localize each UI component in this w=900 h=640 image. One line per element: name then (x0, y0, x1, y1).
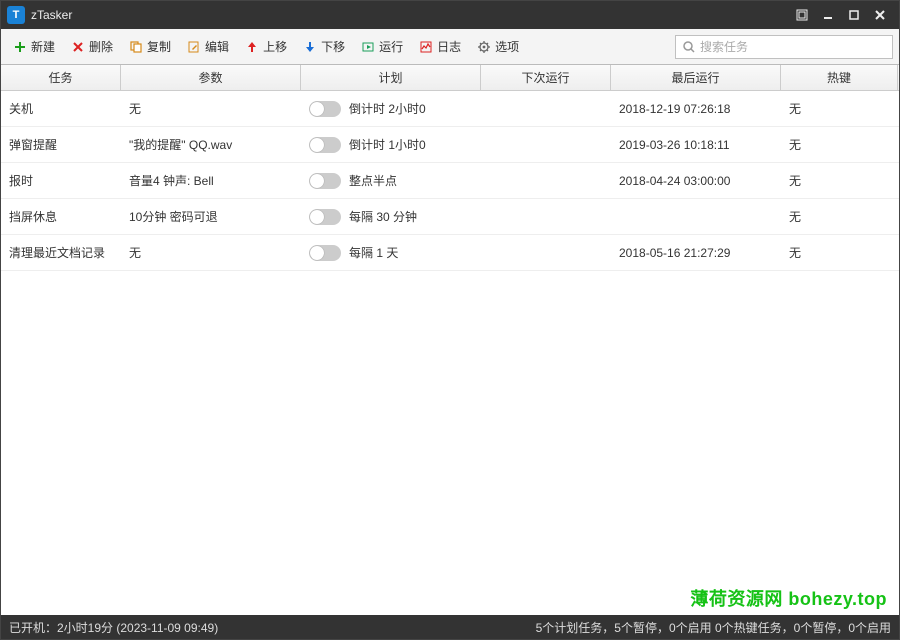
run-button[interactable]: 运行 (355, 35, 409, 58)
table-row[interactable]: 挡屏休息 10分钟 密码可退 每隔 30 分钟 无 (1, 199, 899, 235)
table-row[interactable]: 清理最近文档记录 无 每隔 1 天 2018-05-16 21:27:29 无 (1, 235, 899, 271)
cell-plan: 倒计时 2小时0 (349, 100, 426, 117)
app-title: zTasker (31, 8, 72, 22)
cell-last: 2018-12-19 07:26:18 (611, 102, 781, 116)
cell-task: 关机 (1, 100, 121, 117)
cell-param: 无 (121, 100, 301, 117)
close-icon[interactable] (867, 5, 893, 25)
col-next[interactable]: 下次运行 (481, 65, 611, 90)
cell-last: 2018-05-16 21:27:29 (611, 246, 781, 260)
plus-icon (13, 40, 27, 54)
cell-hotkey: 无 (781, 244, 898, 261)
cell-task: 清理最近文档记录 (1, 244, 121, 261)
move-down-label: 下移 (321, 38, 345, 55)
search-input[interactable] (700, 40, 886, 54)
maximize-icon[interactable] (841, 5, 867, 25)
play-icon (361, 40, 375, 54)
new-label: 新建 (31, 38, 55, 55)
cell-task: 报时 (1, 172, 121, 189)
run-label: 运行 (379, 38, 403, 55)
minimize-icon[interactable] (815, 5, 841, 25)
cell-last: 2018-04-24 03:00:00 (611, 174, 781, 188)
copy-label: 复制 (147, 38, 171, 55)
table-row[interactable]: 关机 无 倒计时 2小时0 2018-12-19 07:26:18 无 (1, 91, 899, 127)
log-button[interactable]: 日志 (413, 35, 467, 58)
toolbar: 新建 删除 复制 编辑 上移 下移 运行 日志 选项 (1, 29, 899, 65)
cell-plan: 倒计时 1小时0 (349, 136, 426, 153)
log-icon (419, 40, 433, 54)
col-task[interactable]: 任务 (1, 65, 121, 90)
edit-button[interactable]: 编辑 (181, 35, 235, 58)
toggle-switch[interactable] (309, 245, 341, 261)
move-up-button[interactable]: 上移 (239, 35, 293, 58)
task-list: 关机 无 倒计时 2小时0 2018-12-19 07:26:18 无 弹窗提醒… (1, 91, 899, 615)
cell-hotkey: 无 (781, 172, 898, 189)
toggle-switch[interactable] (309, 101, 341, 117)
cell-task: 挡屏休息 (1, 208, 121, 225)
cell-param: 音量4 钟声: Bell (121, 172, 301, 189)
x-icon (71, 40, 85, 54)
delete-button[interactable]: 删除 (65, 35, 119, 58)
toggle-switch[interactable] (309, 209, 341, 225)
copy-button[interactable]: 复制 (123, 35, 177, 58)
watermark-text: 薄荷资源网 bohezy.top (690, 585, 887, 611)
col-param[interactable]: 参数 (121, 65, 301, 90)
column-headers: 任务 参数 计划 下次运行 最后运行 热键 (1, 65, 899, 91)
status-summary: 5个计划任务，5个暂停，0个启用 0个热键任务，0个暂停，0个启用 (536, 619, 891, 636)
options-label: 选项 (495, 38, 519, 55)
move-up-label: 上移 (263, 38, 287, 55)
status-uptime: 已开机：2小时19分 (2023-11-09 09:49) (9, 619, 218, 636)
col-plan[interactable]: 计划 (301, 65, 481, 90)
cell-hotkey: 无 (781, 136, 898, 153)
cell-task: 弹窗提醒 (1, 136, 121, 153)
log-label: 日志 (437, 38, 461, 55)
new-button[interactable]: 新建 (7, 35, 61, 58)
toggle-switch[interactable] (309, 137, 341, 153)
copy-icon (129, 40, 143, 54)
toggle-switch[interactable] (309, 173, 341, 189)
table-row[interactable]: 弹窗提醒 "我的提醒" QQ.wav 倒计时 1小时0 2019-03-26 1… (1, 127, 899, 163)
gear-icon (477, 40, 491, 54)
statusbar: 已开机：2小时19分 (2023-11-09 09:49) 5个计划任务，5个暂… (1, 615, 899, 639)
col-last[interactable]: 最后运行 (611, 65, 781, 90)
cell-plan: 每隔 30 分钟 (349, 208, 417, 225)
cell-last: 2019-03-26 10:18:11 (611, 138, 781, 152)
titlebar: T zTasker (1, 1, 899, 29)
cell-plan: 每隔 1 天 (349, 244, 398, 261)
cell-hotkey: 无 (781, 208, 898, 225)
cell-param: "我的提醒" QQ.wav (121, 136, 301, 153)
arrow-up-icon (245, 40, 259, 54)
arrow-down-icon (303, 40, 317, 54)
search-icon (682, 40, 696, 54)
table-row[interactable]: 报时 音量4 钟声: Bell 整点半点 2018-04-24 03:00:00… (1, 163, 899, 199)
search-wrap[interactable] (675, 35, 893, 59)
edit-label: 编辑 (205, 38, 229, 55)
pencil-icon (187, 40, 201, 54)
restore-window-icon[interactable] (789, 5, 815, 25)
cell-param: 10分钟 密码可退 (121, 208, 301, 225)
cell-param: 无 (121, 244, 301, 261)
col-hotkey[interactable]: 热键 (781, 65, 898, 90)
options-button[interactable]: 选项 (471, 35, 525, 58)
cell-hotkey: 无 (781, 100, 898, 117)
app-icon: T (7, 6, 25, 24)
cell-plan: 整点半点 (349, 172, 397, 189)
delete-label: 删除 (89, 38, 113, 55)
move-down-button[interactable]: 下移 (297, 35, 351, 58)
